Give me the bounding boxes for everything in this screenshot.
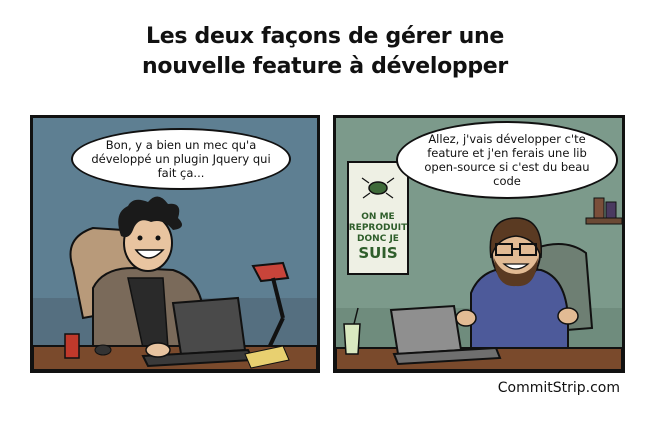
comic-panel-right: ON ME REPRODUIT DONC JE SUIS Allez, j'va… xyxy=(333,115,625,373)
title-line-2: nouvelle feature à développer xyxy=(142,54,508,79)
poster-line-4: SUIS xyxy=(358,244,398,262)
drink-cup xyxy=(343,323,361,355)
poster-line-2: REPRODUIT xyxy=(348,223,408,233)
bug-icon xyxy=(368,181,388,195)
laptop xyxy=(171,296,247,356)
soda-can xyxy=(64,333,80,359)
title-line-1: Les deux façons de gérer une xyxy=(146,24,504,49)
laptop xyxy=(389,304,463,356)
speech-bubble-right: Allez, j'vais développer c'te feature et… xyxy=(396,121,618,199)
speech-bubble-left: Bon, y a bien un mec qu'a développé un p… xyxy=(71,128,291,190)
poster-text: ON ME REPRODUIT DONC JE SUIS xyxy=(348,212,408,262)
credit-text: CommitStrip.com xyxy=(497,380,620,396)
comic-panel-left: Bon, y a bien un mec qu'a développé un p… xyxy=(30,115,320,373)
poster-line-1: ON ME xyxy=(361,212,395,222)
comic-title: Les deux façons de gérer une nouvelle fe… xyxy=(0,22,650,82)
